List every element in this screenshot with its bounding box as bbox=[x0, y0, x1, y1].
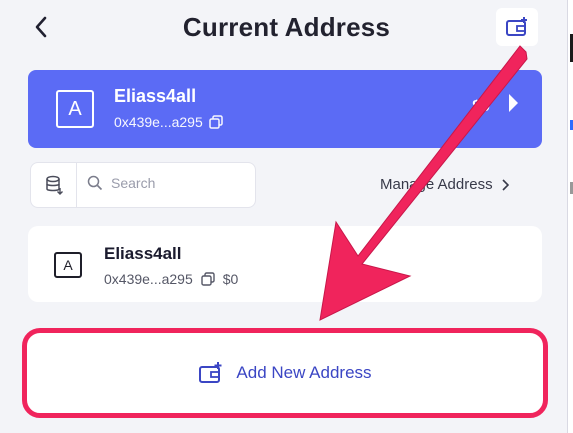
avatar: A bbox=[54, 252, 82, 278]
current-address-value: 0x439e...a295 bbox=[114, 114, 203, 130]
address-value: 0x439e...a295 bbox=[104, 271, 193, 287]
wallet-plus-icon bbox=[506, 17, 527, 36]
chevron-right-icon bbox=[506, 92, 520, 119]
window-edge bbox=[567, 0, 573, 433]
add-new-address-button[interactable]: Add New Address bbox=[27, 333, 543, 413]
address-name: Eliass4all bbox=[104, 244, 182, 263]
search-icon bbox=[87, 175, 103, 191]
wallet-plus-icon bbox=[199, 362, 222, 383]
address-toolbar bbox=[30, 162, 261, 208]
chevron-right-icon bbox=[502, 178, 509, 191]
add-new-address-label: Add New Address bbox=[236, 363, 372, 382]
header: Current Address bbox=[0, 0, 573, 56]
copy-icon[interactable] bbox=[209, 115, 223, 129]
manage-address-link[interactable]: Manage Address bbox=[380, 176, 509, 193]
database-button[interactable] bbox=[31, 163, 77, 207]
copy-icon[interactable] bbox=[201, 272, 215, 286]
page-title: Current Address bbox=[182, 12, 391, 42]
current-address-line: 0x439e...a295 bbox=[114, 114, 223, 130]
current-address-name: Eliass4all bbox=[114, 86, 197, 106]
search-field bbox=[87, 175, 261, 191]
address-meta: 0x439e...a295 $0 bbox=[104, 271, 238, 287]
avatar: A bbox=[56, 90, 94, 128]
current-address-balance: $0 bbox=[472, 98, 490, 115]
address-list-item[interactable]: A Eliass4all 0x439e...a295 $0 bbox=[28, 226, 542, 302]
database-icon bbox=[45, 175, 63, 195]
add-address-header-button[interactable] bbox=[496, 8, 538, 46]
address-balance: $0 bbox=[222, 271, 239, 287]
manage-address-label: Manage Address bbox=[380, 176, 493, 193]
current-address-card[interactable]: A Eliass4all 0x439e...a295 $0 bbox=[28, 70, 542, 148]
add-address-highlight: Add New Address bbox=[22, 328, 548, 418]
search-input[interactable] bbox=[111, 175, 261, 191]
